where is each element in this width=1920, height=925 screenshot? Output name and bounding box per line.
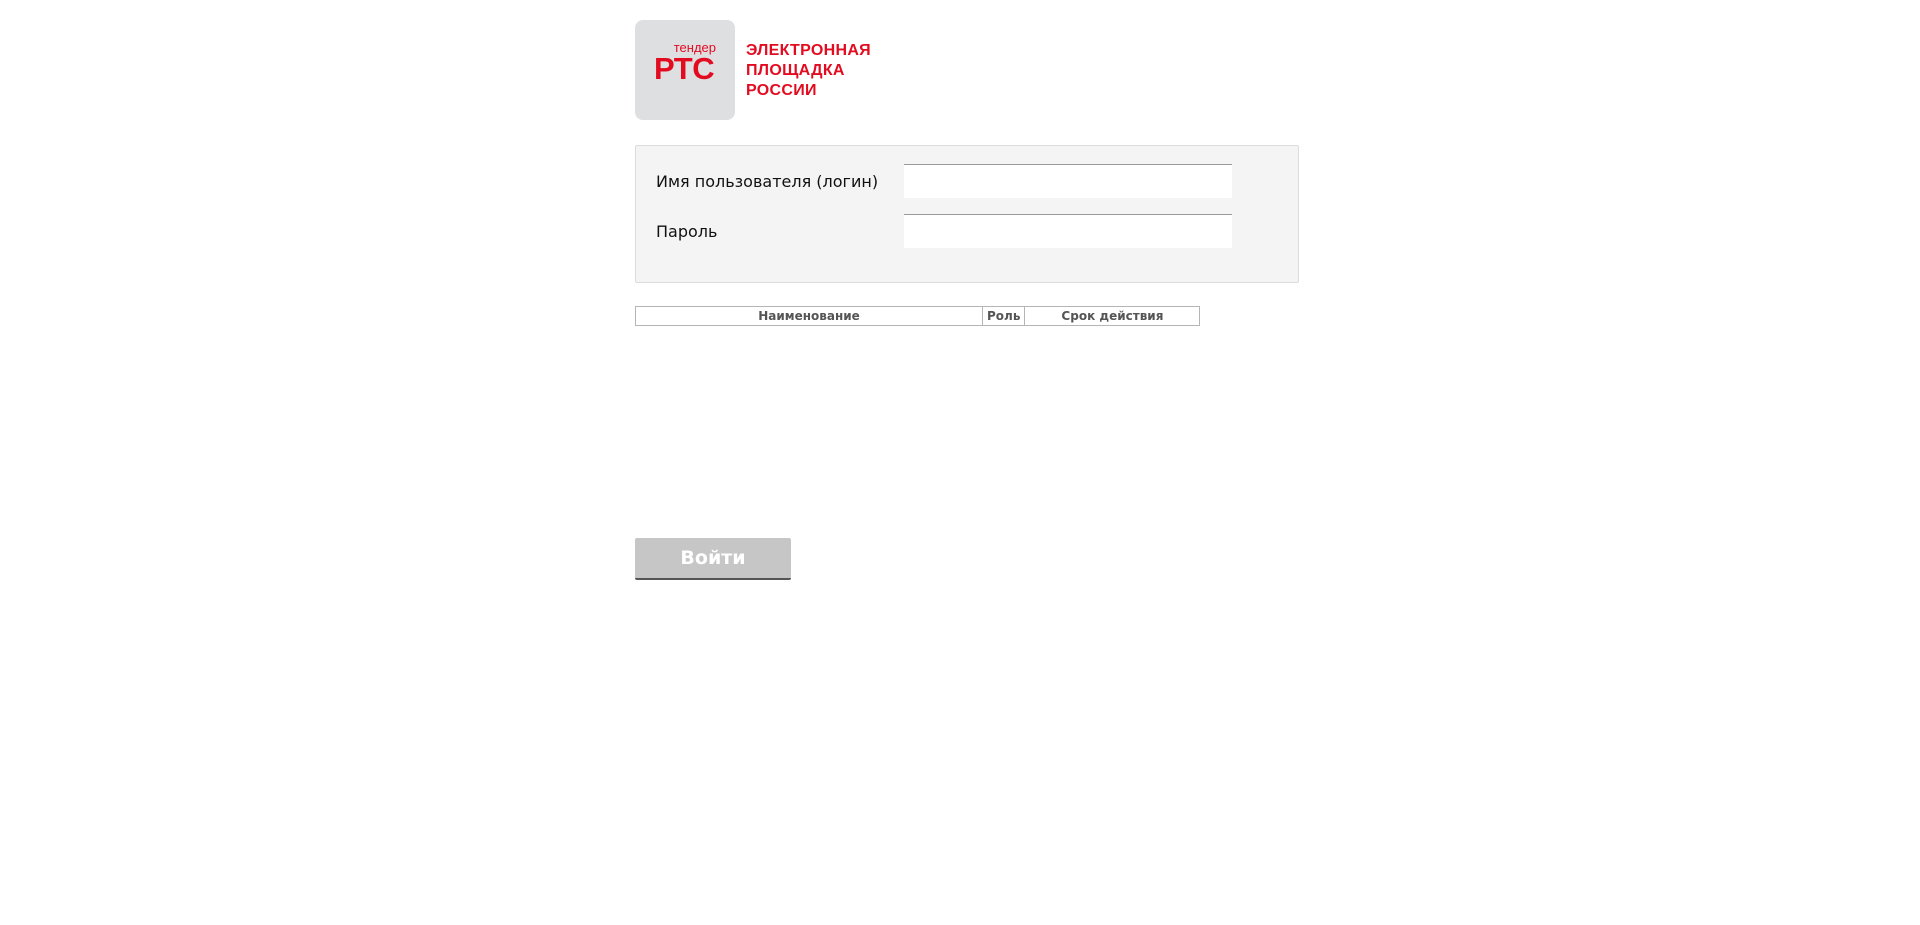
table-header-row: Наименование Роль Срок действия	[635, 306, 1201, 326]
username-label: Имя пользователя (логин)	[656, 172, 879, 191]
site-title-line: ЭЛЕКТРОННАЯ	[746, 42, 871, 59]
site-title-line: РОССИИ	[746, 82, 817, 99]
logo-big-text: РТС	[654, 51, 715, 86]
site-title: ЭЛЕКТРОННАЯ ПЛОЩАДКА РОССИИ	[746, 41, 871, 101]
login-form-panel: Имя пользователя (логин) Пароль	[635, 145, 1299, 283]
column-header-role[interactable]: Роль	[981, 306, 1026, 326]
login-button[interactable]: Войти	[635, 538, 791, 580]
logo: тендер РТС	[635, 20, 735, 120]
site-title-line: ПЛОЩАДКА	[746, 62, 845, 79]
login-page: тендер РТС ЭЛЕКТРОННАЯ ПЛОЩАДКА РОССИИ И…	[0, 0, 1920, 925]
certificates-table: Наименование Роль Срок действия	[635, 306, 1201, 326]
username-input[interactable]	[904, 164, 1232, 198]
column-header-name[interactable]: Наименование	[635, 306, 983, 326]
column-header-validity[interactable]: Срок действия	[1024, 306, 1201, 326]
password-label: Пароль	[656, 222, 718, 241]
password-input[interactable]	[904, 214, 1232, 248]
